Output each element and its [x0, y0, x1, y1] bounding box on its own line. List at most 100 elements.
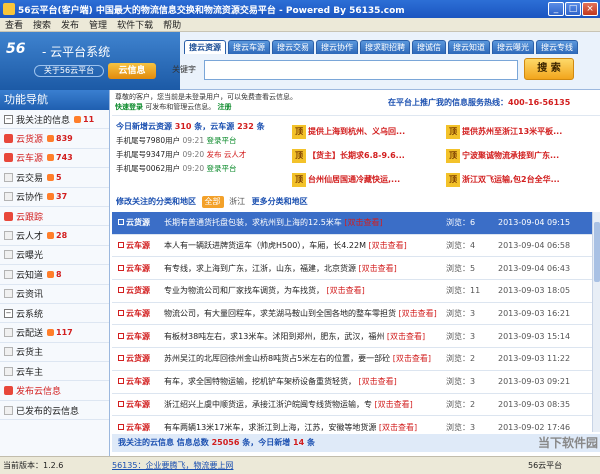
filter-all[interactable]: 全部: [201, 196, 224, 208]
sidebar-item-count: 37: [56, 192, 68, 202]
tab-lines[interactable]: 搜云专线: [536, 40, 578, 54]
menu-publish[interactable]: 发布: [56, 18, 84, 31]
tab-credit[interactable]: 搜诚信: [412, 40, 446, 54]
tab-cooperate[interactable]: 搜云协作: [316, 40, 358, 54]
ad-item[interactable]: 顶宁波聚诚物流承接到广东...: [446, 146, 598, 166]
sidebar-item[interactable]: 云车源 743: [0, 149, 109, 169]
sidebar-item-count: 743: [56, 153, 73, 163]
login-link[interactable]: 快速登录: [115, 103, 143, 111]
table-row[interactable]: 云车源 浙江绍兴上虞中顺货运，承接江浙沪皖闽专线货物运输，专 [双击查看] 浏览：2…: [112, 394, 592, 417]
ad-item[interactable]: 顶提供苏州至浙江13米平板...: [446, 122, 598, 142]
sidebar-item[interactable]: 云货主: [0, 343, 109, 363]
row-category: 云货源: [112, 353, 164, 364]
row-date: 2013-09-03 15:14: [498, 331, 571, 341]
row-category: 云车源: [112, 399, 164, 410]
sidebar-item-label: 我关注的信息: [16, 115, 71, 126]
minimize-icon[interactable]: _: [548, 2, 564, 16]
sidebar-item-label: 云跟踪: [16, 212, 44, 223]
category-icon: [118, 264, 124, 271]
update-action: 发布 云人才: [206, 150, 247, 159]
window-controls: _ □ ×: [548, 2, 598, 16]
row-text: 物流公司，有大量回程车，求芜湖马鞍山到全国各地的整车零担货 [双击查看]: [164, 308, 446, 319]
row-view-tag[interactable]: [双击查看]: [369, 241, 407, 250]
brand-panel: 56 - 云平台系统 关于56云平台 云信息: [0, 32, 180, 90]
edit-follow-link[interactable]: 修改关注的分类和地区: [116, 197, 196, 206]
sidebar-item[interactable]: 云协作 37: [0, 188, 109, 207]
updates-panel: 今日新增云资源 310 条，云车源 232 条 手机尾号7980用户 09:21…: [112, 120, 288, 176]
ad-text: 宁波聚诚物流承接到广东...: [462, 151, 560, 160]
menu-help[interactable]: 帮助: [158, 18, 186, 31]
sidebar-item[interactable]: − 云系统: [0, 304, 109, 324]
row-category-label: 云货源: [126, 286, 150, 296]
table-row[interactable]: 云货源 长期有普通货托盘包装，求杭州到上海的12.5米车 [双击查看] 浏览：6 20…: [112, 212, 592, 235]
search-input[interactable]: [204, 60, 518, 80]
sidebar-item[interactable]: − 我关注的信息 11: [0, 110, 109, 130]
tab-knowledge[interactable]: 搜云知道: [448, 40, 490, 54]
row-text-content: 有专线，求上海到广东，江浙，山东，福建，北京货源: [164, 263, 356, 273]
ad-item[interactable]: 顶台州仙居国通冷藏快运,...: [292, 170, 444, 190]
sidebar-item[interactable]: 云配送 117: [0, 323, 109, 343]
collapse-icon[interactable]: −: [4, 114, 13, 124]
register-link[interactable]: 注册: [217, 103, 231, 111]
filter-region[interactable]: 浙江: [229, 197, 245, 206]
menu-view[interactable]: 查看: [0, 18, 28, 31]
table-row[interactable]: 云车源 本人有一辆跃进牌货运车（帅虎H500），车厢，长4.22M [双击查看] 浏…: [112, 235, 592, 258]
more-filter-link[interactable]: 更多分类和地区: [252, 197, 308, 206]
row-text: 有车两辆13米17米车，求浙江到上海，江苏，安徽等地货源 [双击查看]: [164, 422, 446, 433]
main-panel: 尊敬的客户，您当前是未登录用户，可以免费查看云信息。 快速登录 可发布和管理云信…: [112, 90, 600, 456]
update-row: 手机尾号0062用户 09:20 登录平台: [112, 162, 288, 176]
row-view-tag[interactable]: [双击查看]: [344, 218, 382, 227]
row-text: 有车，求全国特物运输，挖机铲车架桥设备重货轻货， [双击查看]: [164, 376, 446, 387]
tab-vehicles[interactable]: 搜云车源: [228, 40, 270, 54]
table-row[interactable]: 云货源 苏州吴江的北厍回徐州金山桥8吨货占5米左右的位置，要一部砼 [双击查看] 浏…: [112, 348, 592, 371]
marquee-link[interactable]: 56135：企业要腾飞，物流要上网: [112, 460, 412, 471]
sidebar-item[interactable]: 云跟踪: [0, 207, 109, 227]
menu-manage[interactable]: 管理: [84, 18, 112, 31]
tab-trade[interactable]: 搜云交易: [272, 40, 314, 54]
table-row[interactable]: 云车源 有专线，求上海到广东，江浙，山东，福建，北京货源 [双击查看] 浏览：5 20…: [112, 257, 592, 281]
row-view-tag[interactable]: [双击查看]: [399, 309, 437, 318]
row-view-tag[interactable]: [双击查看]: [387, 332, 425, 341]
row-view-tag[interactable]: [双击查看]: [379, 423, 417, 432]
table-row[interactable]: 云车源 有板材38吨左右，求13米车。沭阳到郑州，肥东，武汉，福州 [双击查看] 浏…: [112, 325, 592, 349]
status-bar: 当前版本：1.2.6 56135：企业要腾飞，物流要上网 56云平台: [0, 456, 600, 474]
app-icon: [3, 3, 15, 15]
sidebar-item[interactable]: 云货源 839: [0, 129, 109, 149]
menu-search[interactable]: 搜索: [28, 18, 56, 31]
collapse-icon[interactable]: −: [4, 308, 13, 318]
table-row[interactable]: 云货源 专业为物流公司和厂家找车调货，为车找货， [双击查看] 浏览：11 2013-…: [112, 280, 592, 303]
update-row: 手机尾号7980用户 09:21 登录平台: [112, 134, 288, 148]
filter-bar: 修改关注的分类和地区 全部 浙江 更多分类和地区: [112, 194, 600, 210]
about-link[interactable]: 关于56云平台: [34, 65, 104, 77]
sidebar-item[interactable]: 云知道 8: [0, 265, 109, 285]
tab-goods[interactable]: 搜云资源: [184, 40, 226, 54]
table-row[interactable]: 云车源 有车，求全国特物运输，挖机铲车架桥设备重货轻货， [双击查看] 浏览：3 20…: [112, 371, 592, 394]
sidebar-item[interactable]: 云人才 28: [0, 226, 109, 246]
sidebar-item[interactable]: 云资讯: [0, 285, 109, 304]
ad-item[interactable]: 顶浙江双飞运输,包2台全华...: [446, 170, 598, 190]
menu-download[interactable]: 软件下载: [112, 18, 158, 31]
sidebar-item[interactable]: 云车主: [0, 362, 109, 382]
row-view-tag[interactable]: [双击查看]: [327, 286, 365, 295]
ad-item[interactable]: 顶提供上海到杭州、义乌回...: [292, 122, 444, 142]
sidebar-item[interactable]: 已发布的云信息: [0, 401, 109, 421]
ad-item[interactable]: 顶【货主】长期求6.8-9.6...: [292, 146, 444, 166]
tab-jobs[interactable]: 搜求职招聘: [360, 40, 410, 54]
row-category-label: 云车源: [126, 263, 150, 273]
row-category-label: 云车源: [126, 377, 150, 387]
row-view-tag[interactable]: [双击查看]: [359, 377, 397, 386]
cloud-info-button[interactable]: 云信息: [108, 63, 156, 79]
row-view-tag[interactable]: [双击查看]: [393, 354, 431, 363]
sidebar-item[interactable]: 云曝光: [0, 246, 109, 266]
row-view-tag[interactable]: [双击查看]: [359, 264, 397, 273]
row-view-tag[interactable]: [双击查看]: [375, 400, 413, 409]
sidebar-item[interactable]: 云交易 5: [0, 168, 109, 188]
tab-exposure[interactable]: 搜云曝光: [492, 40, 534, 54]
maximize-icon[interactable]: □: [565, 2, 581, 16]
close-icon[interactable]: ×: [582, 2, 598, 16]
search-button[interactable]: 搜 索: [524, 58, 574, 80]
sidebar-item[interactable]: 发布云信息: [0, 381, 109, 401]
list-scrollbar[interactable]: [592, 212, 600, 432]
table-row[interactable]: 云车源 物流公司，有大量回程车，求芜湖马鞍山到全国各地的整车零担货 [双击查看] 浏…: [112, 303, 592, 326]
scrollbar-thumb[interactable]: [594, 222, 600, 282]
